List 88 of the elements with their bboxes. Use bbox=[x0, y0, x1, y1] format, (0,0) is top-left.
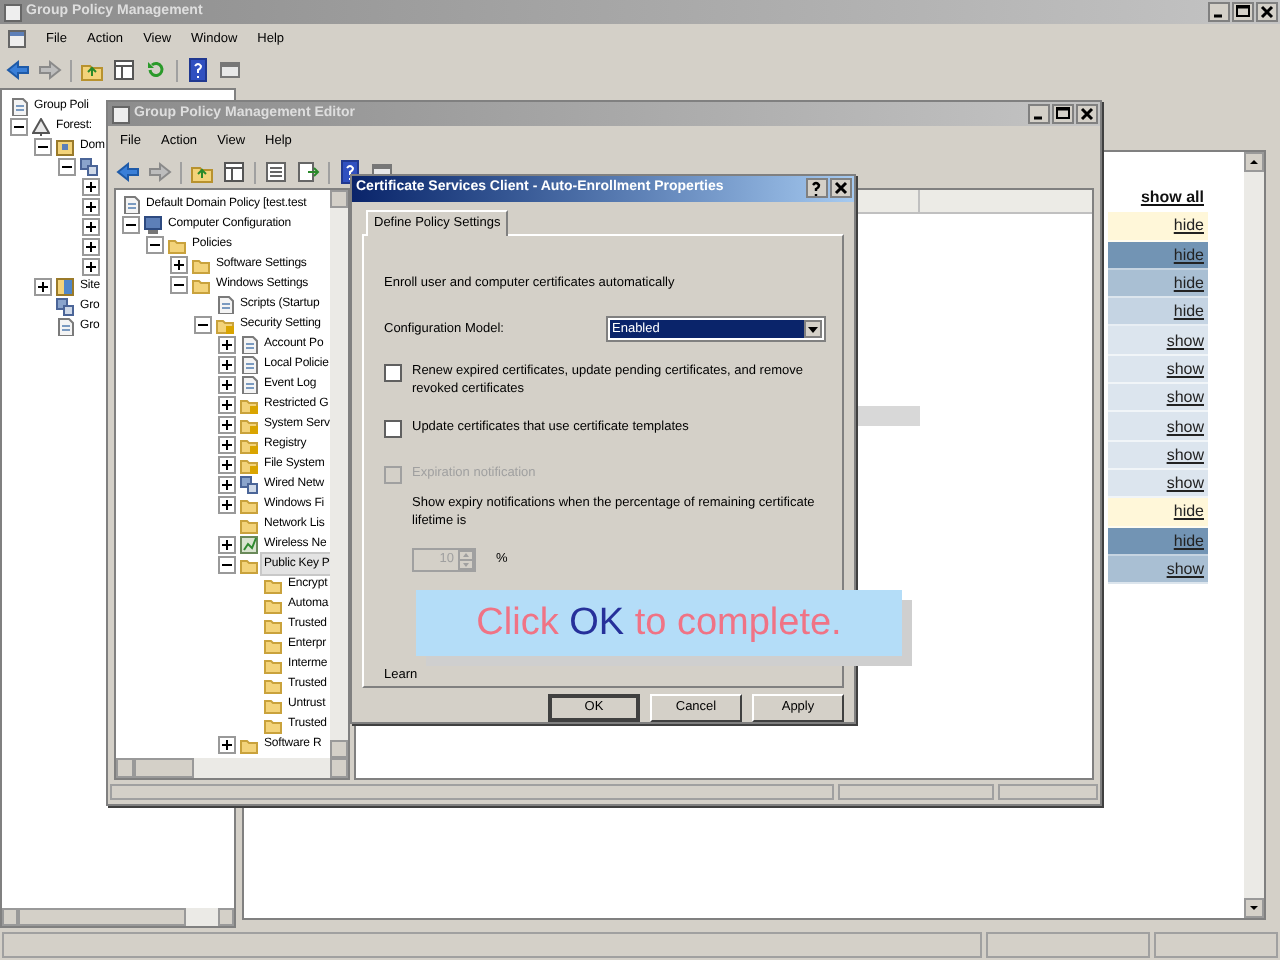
link[interactable]: show bbox=[1166, 417, 1204, 436]
pane-icon[interactable] bbox=[222, 160, 246, 184]
expand-toggle-icon[interactable] bbox=[82, 177, 100, 195]
document-icon bbox=[240, 355, 258, 373]
domain-icon bbox=[56, 137, 74, 155]
callout-text: Click OK to complete. bbox=[416, 590, 902, 656]
network-icon bbox=[80, 157, 98, 175]
document-icon bbox=[240, 335, 258, 353]
collapse-toggle-icon[interactable] bbox=[194, 315, 212, 333]
locked-folder-icon bbox=[240, 415, 258, 433]
expand-toggle-icon[interactable] bbox=[218, 435, 236, 453]
horizontal-scrollbar[interactable] bbox=[116, 758, 348, 778]
maximize-button[interactable] bbox=[1232, 2, 1254, 22]
help-button[interactable] bbox=[806, 178, 828, 199]
link[interactable]: hide bbox=[1173, 502, 1204, 521]
link[interactable]: hide bbox=[1173, 216, 1204, 235]
expand-toggle-icon[interactable] bbox=[218, 535, 236, 553]
tree-icon bbox=[32, 117, 50, 135]
minimize-button[interactable] bbox=[1028, 104, 1050, 124]
document-icon bbox=[216, 295, 234, 313]
expand-toggle-icon[interactable] bbox=[218, 455, 236, 473]
vertical-scrollbar[interactable] bbox=[1244, 152, 1264, 918]
expand-toggle-icon[interactable] bbox=[34, 277, 52, 295]
collapse-toggle-icon[interactable] bbox=[122, 215, 140, 233]
maximize-button[interactable] bbox=[1052, 104, 1074, 124]
window-icon bbox=[112, 105, 130, 123]
link[interactable]: hide bbox=[1173, 245, 1204, 264]
link[interactable]: hide bbox=[1173, 274, 1204, 293]
minimize-button[interactable] bbox=[1208, 2, 1230, 22]
checkbox[interactable] bbox=[384, 419, 402, 438]
help-icon[interactable] bbox=[186, 58, 210, 82]
expand-toggle-icon[interactable] bbox=[218, 475, 236, 493]
expand-toggle-icon[interactable] bbox=[218, 415, 236, 433]
expand-toggle-icon[interactable] bbox=[218, 395, 236, 413]
document-icon bbox=[56, 317, 74, 335]
link[interactable]: show bbox=[1166, 359, 1204, 378]
close-button[interactable] bbox=[830, 178, 852, 199]
link[interactable]: show all bbox=[1140, 188, 1204, 207]
collapse-toggle-icon[interactable] bbox=[146, 235, 164, 253]
window-icon bbox=[4, 3, 22, 21]
collapse-toggle-icon[interactable] bbox=[218, 555, 236, 573]
link[interactable]: show bbox=[1166, 474, 1204, 493]
expand-toggle-icon[interactable] bbox=[170, 255, 188, 273]
back-arrow-icon[interactable] bbox=[116, 160, 140, 184]
status-bar-panel bbox=[998, 784, 1098, 800]
pane-icon[interactable] bbox=[112, 58, 136, 82]
computer-icon bbox=[144, 215, 162, 233]
link[interactable]: hide bbox=[1173, 302, 1204, 321]
close-button[interactable] bbox=[1256, 2, 1278, 22]
horizontal-scrollbar[interactable] bbox=[2, 908, 234, 926]
link[interactable]: show bbox=[1166, 331, 1204, 350]
site-icon bbox=[56, 277, 74, 295]
back-arrow-icon[interactable] bbox=[6, 58, 30, 82]
link[interactable]: show bbox=[1166, 445, 1204, 464]
locked-folder-icon bbox=[240, 395, 258, 413]
collapse-toggle-icon[interactable] bbox=[58, 157, 76, 175]
status-bar-panel bbox=[1154, 932, 1278, 958]
locked-folder-icon bbox=[216, 315, 234, 333]
collapse-toggle-icon[interactable] bbox=[34, 137, 52, 155]
expand-toggle-icon[interactable] bbox=[82, 257, 100, 275]
checkbox[interactable] bbox=[384, 363, 402, 382]
wireless-icon bbox=[240, 535, 258, 553]
network-icon bbox=[240, 475, 258, 493]
expand-toggle-icon[interactable] bbox=[82, 237, 100, 255]
link[interactable]: hide bbox=[1173, 531, 1204, 550]
link[interactable]: show bbox=[1166, 560, 1204, 578]
expand-toggle-icon[interactable] bbox=[82, 197, 100, 215]
collapse-toggle-icon[interactable] bbox=[170, 275, 188, 293]
expand-toggle-icon[interactable] bbox=[218, 735, 236, 753]
scroll-down-icon[interactable] bbox=[1244, 898, 1264, 918]
document-icon bbox=[122, 195, 140, 213]
collapse-toggle-icon[interactable] bbox=[10, 117, 28, 135]
close-button[interactable] bbox=[1076, 104, 1098, 124]
network-icon bbox=[56, 297, 74, 315]
export-icon[interactable] bbox=[296, 160, 320, 184]
scroll-up-icon[interactable] bbox=[1244, 152, 1264, 172]
expand-toggle-icon[interactable] bbox=[82, 217, 100, 235]
list-icon[interactable] bbox=[264, 160, 288, 184]
link[interactable]: show bbox=[1166, 388, 1204, 407]
document-icon bbox=[10, 97, 28, 115]
document-icon bbox=[240, 375, 258, 393]
expand-toggle-icon[interactable] bbox=[218, 355, 236, 373]
locked-folder-icon bbox=[240, 435, 258, 453]
expand-toggle-icon[interactable] bbox=[218, 375, 236, 393]
expand-toggle-icon[interactable] bbox=[218, 335, 236, 353]
expand-toggle-icon[interactable] bbox=[218, 495, 236, 513]
locked-folder-icon bbox=[240, 455, 258, 473]
vertical-scrollbar[interactable] bbox=[330, 190, 348, 758]
